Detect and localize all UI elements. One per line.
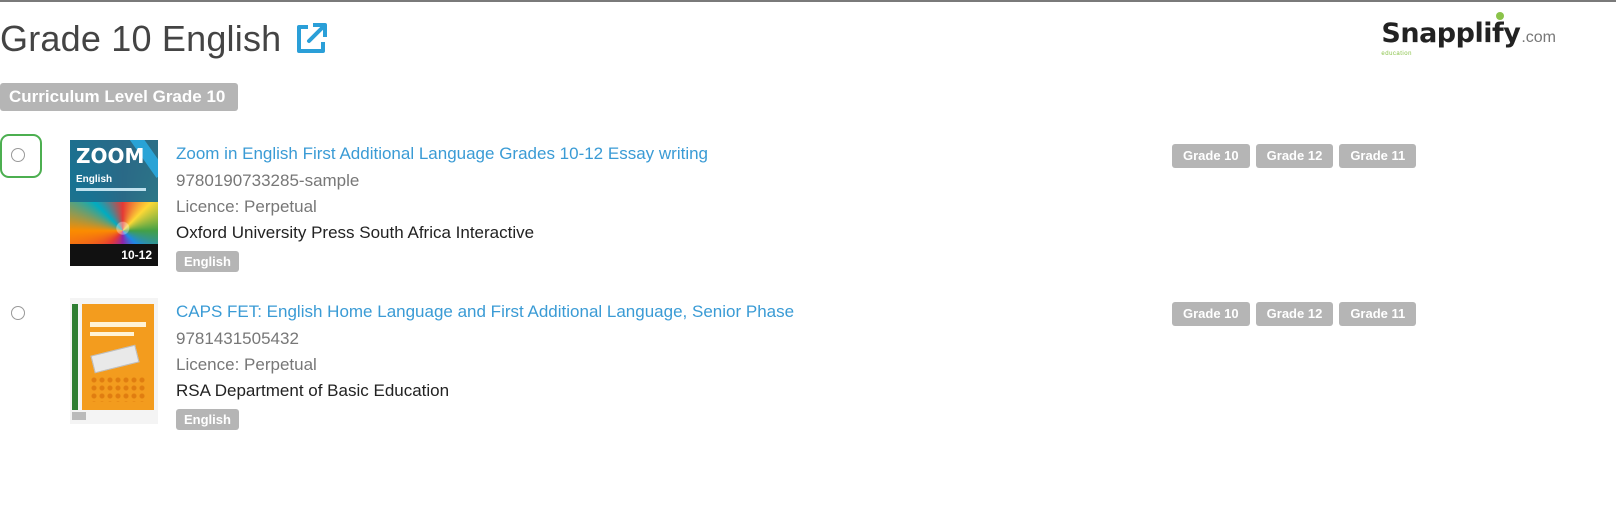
cover-subtitle-line — [76, 188, 146, 191]
book-publisher: RSA Department of Basic Education — [176, 381, 450, 400]
book-cover-image[interactable]: ZOOM English 10-12 — [70, 140, 158, 266]
grade-tags: Grade 10 Grade 12 Grade 11 — [1172, 302, 1417, 326]
grade-tag: Grade 11 — [1339, 302, 1417, 326]
grade-tag: Grade 11 — [1339, 144, 1417, 168]
cover-pattern — [90, 376, 146, 402]
select-book-radio[interactable] — [11, 306, 25, 320]
cover-label-shape — [90, 344, 140, 374]
subject-badge: English — [176, 409, 239, 430]
cover-panel — [82, 304, 154, 410]
book-licence: Licence: Perpetual — [176, 355, 317, 374]
top-border — [0, 0, 1616, 2]
brand-domain: .com — [1521, 29, 1556, 46]
book-list-item: ZOOM English 10-12 Zoom in English First… — [0, 134, 1616, 274]
book-isbn: 9780190733285-sample — [176, 171, 360, 190]
curriculum-level-badge: Curriculum Level Grade 10 — [0, 83, 239, 111]
book-list-item: CAPS FET: English Home Language and Firs… — [0, 292, 1616, 432]
snapplify-logo[interactable]: Snapplify.com education — [1381, 12, 1556, 57]
page-title-text: Grade 10 English — [0, 18, 282, 59]
cover-subtitle-bar — [90, 332, 134, 336]
cover-brand-text: ZOOM — [76, 144, 145, 168]
book-isbn: 9781431505432 — [176, 329, 299, 348]
grade-tag: Grade 12 — [1255, 144, 1334, 168]
grade-tag: Grade 12 — [1255, 302, 1334, 326]
external-link-icon[interactable] — [293, 21, 329, 57]
book-title-link[interactable]: CAPS FET: English Home Language and Firs… — [176, 302, 794, 322]
cover-title-bar — [90, 322, 146, 327]
page-title: Grade 10 English — [0, 18, 329, 60]
cover-spine — [72, 304, 78, 410]
book-licence: Licence: Perpetual — [176, 197, 317, 216]
cover-crest-icon — [72, 412, 86, 420]
select-book-radio[interactable] — [11, 148, 25, 162]
cover-subject-text: English — [76, 174, 113, 185]
subject-badge: English — [176, 251, 239, 272]
grade-tag: Grade 10 — [1172, 144, 1250, 168]
brand-name: Snapplify — [1381, 18, 1521, 49]
book-title-link[interactable]: Zoom in English First Additional Languag… — [176, 144, 708, 164]
brand-tagline: education — [1381, 51, 1412, 57]
grade-tags: Grade 10 Grade 12 Grade 11 — [1172, 144, 1417, 168]
cover-grades-text: 10-12 — [121, 248, 152, 262]
grade-tag: Grade 10 — [1172, 302, 1250, 326]
book-publisher: Oxford University Press South Africa Int… — [176, 223, 535, 242]
book-cover-image[interactable] — [70, 298, 158, 424]
